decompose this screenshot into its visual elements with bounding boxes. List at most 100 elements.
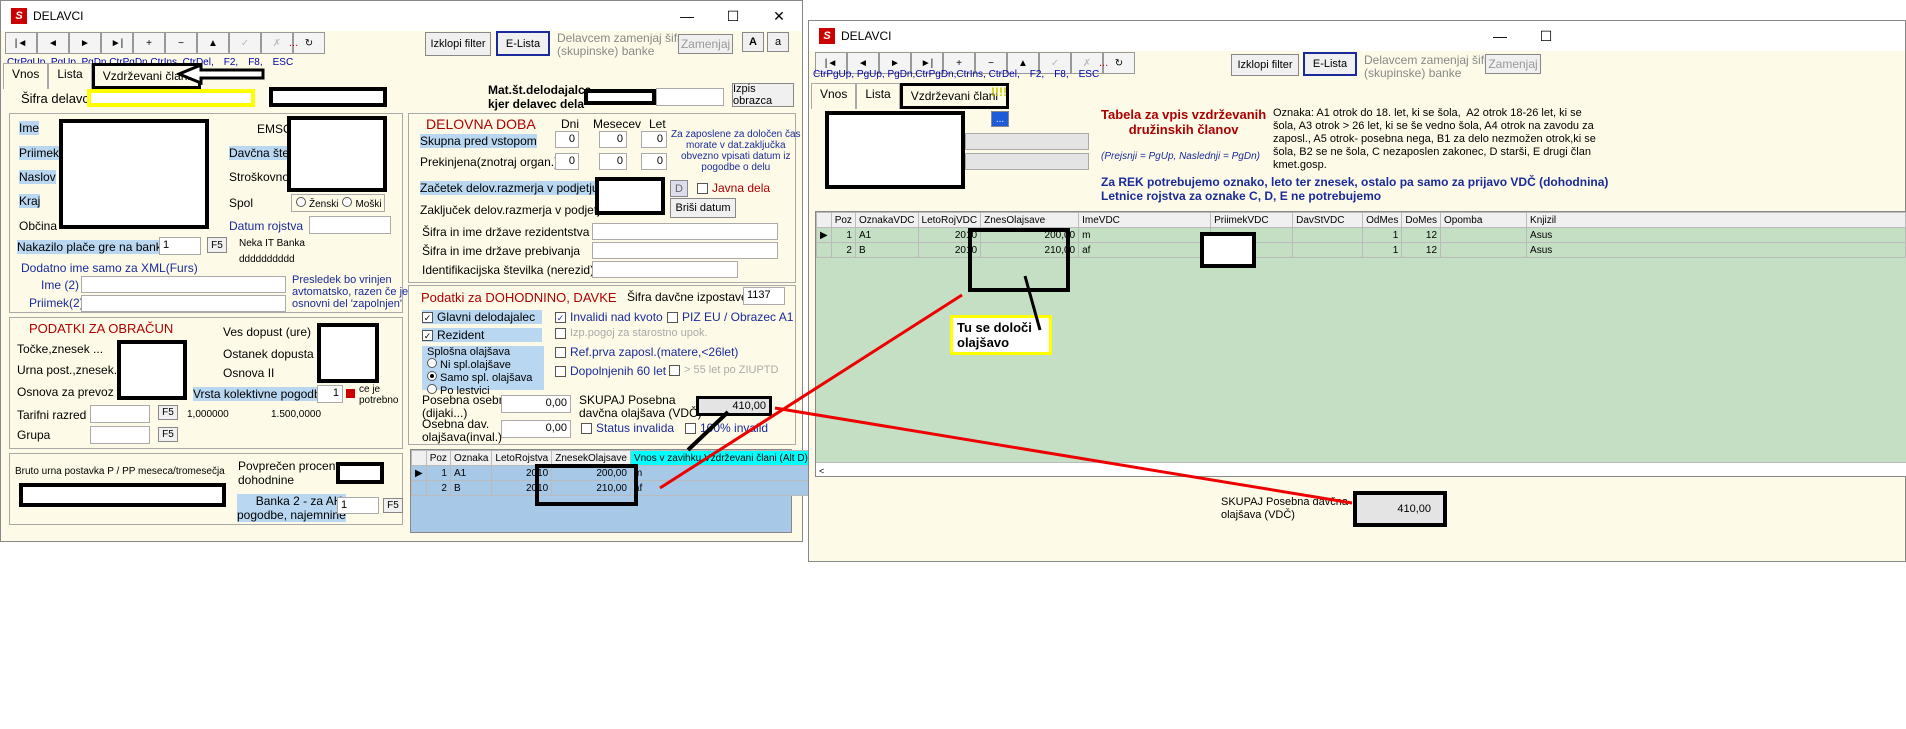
col-znesek[interactable]: ZnesOlajsave	[980, 212, 1080, 228]
nakazilo-input[interactable]: 1	[159, 237, 201, 255]
col-domes[interactable]: DoMes	[1401, 212, 1442, 228]
glavni-checkbox[interactable]: ✓ Glavni delodajalec	[422, 310, 542, 324]
piz-checkbox[interactable]: PIZ EU / Obrazec A1	[667, 310, 793, 324]
next-record-button[interactable]: ►	[69, 32, 101, 54]
radio-moski[interactable]: Moški	[342, 196, 382, 210]
mat-st-input[interactable]	[584, 89, 656, 105]
window-title: DELAVCI	[841, 29, 892, 43]
e-lista-button[interactable]: E-Lista	[1303, 52, 1357, 76]
col-davst[interactable]: DavStVDC	[1292, 212, 1364, 228]
izklopi-filter-button[interactable]: Izklopi filter	[1231, 54, 1299, 76]
minimize-icon[interactable]: —	[664, 1, 710, 31]
delete-record-button[interactable]: −	[165, 32, 197, 54]
col-poz[interactable]: Poz	[425, 450, 451, 466]
skupna-let[interactable]: 0	[641, 131, 667, 148]
invalidi-checkbox[interactable]: ✓ Invalidi nad kvoto	[555, 310, 663, 324]
osebna-dav-input[interactable]: 0,00	[501, 420, 571, 438]
tab-lista[interactable]: Lista	[856, 83, 900, 109]
col-odmes[interactable]: OdMes	[1362, 212, 1403, 228]
e-lista-button[interactable]: E-Lista	[496, 31, 550, 56]
uppercase-button[interactable]: A	[742, 32, 764, 52]
horizontal-scrollbar[interactable]: <	[816, 462, 1906, 476]
banka2-f5-button[interactable]: F5	[383, 498, 403, 513]
sifra-rezid-input[interactable]	[592, 223, 778, 240]
za-zaposlene-note: Za zaposlene za določen čas morate v dat…	[671, 129, 801, 173]
izp-pogoj-checkbox[interactable]: Izp.pogoj za starostno upok.	[555, 327, 708, 339]
col-oznaka[interactable]: OznakaVDC	[854, 212, 919, 228]
tab-vnos[interactable]: Vnos	[811, 83, 857, 109]
prev-record-button[interactable]: ◄	[37, 32, 69, 54]
close-icon[interactable]: ✕	[756, 1, 802, 31]
d-button[interactable]: D	[670, 180, 688, 197]
radio-samo-spl[interactable]: Samo spl. olajšava	[427, 371, 539, 384]
col-ime[interactable]: ImeVDC	[1078, 212, 1212, 228]
posebna-input[interactable]: 0,00	[501, 395, 571, 413]
dni-label: Dni	[561, 117, 580, 131]
member-field-2[interactable]	[965, 153, 1089, 170]
prekinjena-mesecev[interactable]: 0	[599, 153, 627, 170]
col-oznaka[interactable]: Oznaka	[449, 450, 493, 466]
nakazilo-f5-button[interactable]: F5	[207, 237, 227, 253]
dopolnjenih-checkbox[interactable]: Dopolnjenih 60 let	[555, 364, 666, 378]
izklopi-filter-button[interactable]: Izklopi filter	[425, 32, 491, 56]
lowercase-button[interactable]: a	[767, 32, 789, 52]
minimize-icon[interactable]: —	[1477, 21, 1523, 51]
zamenjaj-button[interactable]: Zamenjaj	[678, 34, 733, 54]
mat-st-extra[interactable]	[656, 88, 724, 106]
member-field-1[interactable]	[965, 133, 1089, 150]
tarifni-input[interactable]	[90, 405, 150, 423]
skupna-mesecev[interactable]: 0	[599, 131, 627, 148]
sifra-delavca-label: Šifra delavca	[21, 91, 97, 106]
edit-record-button[interactable]: ▲	[197, 32, 229, 54]
zamenjaj-button[interactable]: Zamenjaj	[1485, 54, 1541, 74]
col-vnos[interactable]: Vnos v zavihku Vzdrževani člani (Alt D)	[629, 450, 812, 466]
datum-zacetek-input[interactable]	[595, 177, 665, 215]
povprecen-input[interactable]	[336, 462, 384, 484]
sifra-preb-input[interactable]	[592, 242, 778, 259]
col-knjizil[interactable]: Knjizil	[1526, 212, 1906, 228]
col-leto[interactable]: LetoRojVDC	[917, 212, 982, 228]
banka2-input[interactable]: 1	[337, 497, 379, 514]
javna-dela-checkbox[interactable]: Javna dela	[697, 181, 770, 195]
priimek2-input[interactable]	[81, 295, 286, 312]
nad55-checkbox[interactable]: > 55 let po ZIUPTD	[669, 364, 778, 376]
first-record-button[interactable]: |◄	[5, 32, 37, 54]
prekinjena-let[interactable]: 0	[641, 153, 667, 170]
col-opomba[interactable]: Opomba	[1440, 212, 1528, 228]
povprecen-label: Povprečen procent dohodnine	[238, 459, 339, 487]
rezident-checkbox[interactable]: ✓ Rezident	[422, 328, 542, 342]
tab-lista[interactable]: Lista	[48, 63, 92, 89]
izpis-obrazca-button[interactable]: Izpis obrazca	[732, 83, 794, 107]
maximize-icon[interactable]: ☐	[1523, 21, 1569, 51]
datum-rojstva-input[interactable]	[309, 216, 391, 234]
col-priimek[interactable]: PriimekVDC	[1210, 212, 1294, 228]
identif-input[interactable]	[592, 261, 738, 278]
radio-zenski[interactable]: Ženski	[296, 196, 338, 210]
grupa-f5-button[interactable]: F5	[158, 427, 178, 442]
tarifni-f5-button[interactable]: F5	[158, 405, 178, 420]
prekinjena-dni[interactable]: 0	[555, 153, 579, 170]
add-record-button[interactable]: +	[133, 32, 165, 54]
sifra-dav-input[interactable]: 1137	[743, 287, 785, 305]
bruto-input[interactable]	[19, 483, 226, 507]
radio-ni-spl[interactable]: Ni spl.olajšave	[427, 358, 539, 371]
inv100-checkbox[interactable]: 100% invalid	[685, 421, 768, 435]
col-poz[interactable]: Poz	[830, 212, 856, 228]
lookup-button[interactable]: ...	[991, 111, 1009, 127]
last-record-button[interactable]: ►|	[101, 32, 133, 54]
tab-vnos[interactable]: Vnos	[3, 63, 49, 89]
skupna-dni[interactable]: 0	[555, 131, 579, 148]
grupa-input[interactable]	[90, 426, 150, 444]
confirm-button[interactable]: ✓	[229, 32, 261, 54]
sifra-delavca-input[interactable]	[87, 89, 255, 107]
splosna-label: Splošna olajšava	[427, 346, 511, 358]
ime-label: Ime	[19, 121, 40, 135]
brisi-datum-button[interactable]: Briši datum	[670, 198, 736, 218]
maximize-icon[interactable]: ☐	[710, 1, 756, 31]
vrsta-kol-input[interactable]: 1	[317, 385, 343, 403]
ref-prva-checkbox[interactable]: Ref.prva zaposl.(matere,<26let)	[555, 345, 738, 359]
status-inv-checkbox[interactable]: Status invalida	[581, 421, 674, 435]
ime2-input[interactable]	[81, 276, 286, 293]
dots-label: ...	[1099, 57, 1109, 69]
osebna-dav-label: Osebna dav. olajšava(inval.)	[422, 417, 503, 444]
